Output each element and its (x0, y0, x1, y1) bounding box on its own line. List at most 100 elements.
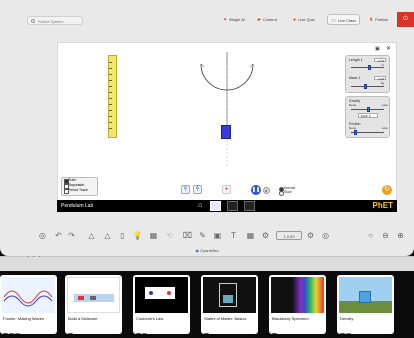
page-dots: - - - (27, 254, 42, 260)
monitor-brand: ◉ GyanMitra (195, 248, 219, 253)
sim-thumbnail[interactable]: States of Matter: Basics (201, 275, 258, 334)
eraser-icon[interactable]: ⌧ (182, 230, 193, 241)
lightbulb-icon[interactable]: 💡 (132, 230, 143, 241)
select-system-label: Select System (38, 19, 64, 24)
mass-label: Mass 1 (349, 76, 361, 80)
publish-button[interactable]: ⬆ Publish (366, 14, 391, 25)
phet-logo[interactable]: PhET (373, 200, 393, 212)
system-icon (31, 19, 35, 23)
settings-icon[interactable]: ⚙ (260, 230, 271, 241)
gear-icon[interactable]: ⚙ (305, 230, 316, 241)
content-button[interactable]: ▰ Content (254, 14, 280, 25)
target-alt-icon[interactable]: ◎ (320, 230, 331, 241)
zoom-level[interactable]: 1:3.00 (276, 231, 302, 240)
gravity-slider-knob[interactable] (367, 107, 370, 112)
triangle-icon[interactable]: △ (86, 230, 97, 241)
top-bar: Select System ✦ Bingle AI ▰ Content ● Live … (0, 10, 414, 28)
thumbnail-title: States of Matter: Basics (204, 316, 247, 321)
mass-slider-knob[interactable] (364, 84, 367, 89)
live-quiz-button[interactable]: ● Live Quiz (290, 14, 318, 25)
minus-icon[interactable]: ⊖ (380, 230, 391, 241)
screen-lab-tab[interactable] (244, 201, 255, 211)
target-icon[interactable]: ◎ (37, 230, 48, 241)
sim-title: Pendulum Lab (61, 203, 94, 209)
thumbnail-image (271, 277, 324, 313)
screen-energy-tab[interactable] (227, 201, 238, 211)
live-class-button[interactable]: ▭ Live Class (327, 14, 361, 25)
planet-select[interactable]: Earth ▾ (358, 113, 378, 118)
record-button[interactable]: ● (222, 185, 231, 194)
friction-slider-knob[interactable] (354, 130, 357, 135)
grid-icon[interactable]: ▦ (245, 230, 256, 241)
play-pause-button[interactable]: ❚❚ (251, 185, 261, 195)
thumbnail-image (339, 277, 392, 313)
sim-thumbnail[interactable]: Fourier: Making Waves (0, 275, 57, 334)
thumbnail-badges (340, 325, 352, 334)
sim-thumbnail[interactable]: Blackbody Spectrum (269, 275, 326, 334)
length-slider-knob[interactable] (368, 65, 371, 70)
circle-icon[interactable]: ○ (365, 230, 376, 241)
undo-icon[interactable]: ↶ (53, 230, 64, 241)
pointer-icon[interactable]: ☜ (164, 230, 175, 241)
tools-checkbox-panel: Ruler Stopwatch Period Trace (61, 177, 98, 196)
exit-button[interactable]: ⏻ (397, 12, 414, 27)
mass-value[interactable]: 1.00 kg (374, 76, 386, 85)
sim-thumbnail[interactable]: Build a Molecule (65, 275, 122, 334)
thumbnail-badges (68, 325, 74, 334)
home-icon[interactable]: ⌂ (198, 202, 202, 210)
thumbnail-title: Blackbody Spectrum (272, 316, 309, 321)
thumbnail-image (67, 277, 120, 313)
select-system-dropdown[interactable]: Select System (27, 16, 83, 25)
sim-thumbnail[interactable]: Density (337, 275, 394, 334)
step-button[interactable]: ▸ (263, 187, 270, 194)
friction-max-label: Lots (382, 126, 388, 130)
reset-all-button[interactable]: ↻ (382, 185, 392, 195)
gravity-friction-panel: Gravity None Lots Earth ▾ Friction None … (345, 96, 390, 138)
pause-icon: ❚❚ (251, 187, 261, 193)
length-mass-panel: Length 1 0.70 m Mass 1 1.00 kg (345, 55, 390, 93)
period-trace-checkbox[interactable]: Period Trace (62, 188, 97, 194)
thumbnail-title: Coulomb's Law (136, 316, 164, 321)
pendulum-mass[interactable] (221, 125, 231, 139)
pendulum-protractor (200, 52, 254, 168)
image-icon[interactable]: ▣ (212, 230, 223, 241)
close-icon[interactable]: ✕ (386, 45, 391, 52)
gravity-min-label: None (349, 103, 357, 107)
annotation-toolbar: ◎ ↶ ↷ △ △ ▯ 💡 ▦ ☜ ⌧ ✎ ▣ T ▦ ⚙ 1:3.00 ⚙ ◎… (0, 228, 414, 244)
sim-navbar: Pendulum Lab ⌂ PhET (57, 200, 397, 212)
thumbnail-title: Fourier: Making Waves (3, 316, 44, 321)
thumbnail-badges (204, 325, 210, 334)
redo-icon[interactable]: ↷ (66, 230, 77, 241)
folder-icon: ▰ (257, 17, 261, 23)
sim-thumbnail[interactable]: Coulomb's Law (133, 275, 190, 334)
monitor-bezel (0, 256, 414, 271)
shape-icon[interactable]: △ (102, 230, 113, 241)
thumbnail-image (135, 277, 188, 313)
brand-logo-icon: ◉ (195, 248, 199, 253)
thumbnail-badges (136, 325, 148, 334)
length-label: Length 1 (349, 58, 363, 62)
class-icon: ▭ (331, 18, 336, 24)
highlighter-icon[interactable]: ▯ (117, 230, 128, 241)
thumbnail-badges (3, 325, 21, 334)
fullscreen-icon[interactable]: ▣ (375, 46, 380, 52)
publish-icon: ⬆ (369, 17, 374, 23)
star-icon: ✦ (223, 17, 228, 23)
thumbnail-title: Build a Molecule (68, 316, 98, 321)
pen-icon[interactable]: ✎ (197, 230, 208, 241)
bingle-ai-button[interactable]: ✦ Bingle AI (220, 14, 248, 25)
text-icon[interactable]: T (228, 230, 239, 241)
quiz-icon: ● (293, 17, 297, 23)
film-icon[interactable]: ▦ (148, 230, 159, 241)
record-icon: ● (224, 186, 229, 192)
pendulum-one-button[interactable]: ⚲ (181, 185, 190, 194)
ruler[interactable] (108, 55, 117, 138)
plus-icon[interactable]: ⊕ (395, 230, 406, 241)
speed-radio-group: Normal Slow (279, 186, 295, 196)
pendulum-two-button[interactable]: ⚲ (193, 185, 202, 194)
screen-intro-tab[interactable] (210, 201, 221, 211)
length-value[interactable]: 0.70 m (374, 58, 386, 67)
gravity-max-label: Lots (382, 103, 388, 107)
mass-slider-track[interactable] (351, 86, 384, 87)
speed-slow-radio[interactable]: Slow (279, 190, 295, 196)
